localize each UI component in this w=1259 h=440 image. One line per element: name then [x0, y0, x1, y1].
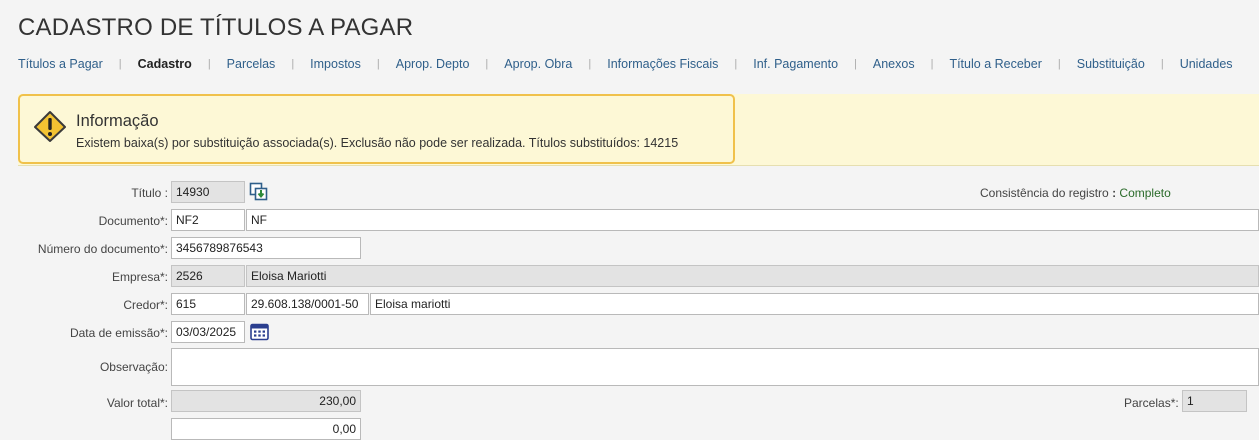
valor-total-label: Valor total*:	[106, 396, 168, 410]
data-emissao-input[interactable]: 03/03/2025	[171, 321, 245, 343]
credor-name-input[interactable]: Eloisa mariotti	[370, 293, 1259, 315]
consistency-label: Consistência do registro	[980, 186, 1109, 200]
tab-separator: |	[854, 58, 857, 70]
titulo-field: 14930	[171, 181, 245, 203]
documento-label: Documento*:	[98, 214, 168, 228]
data-emissao-label: Data de emissão*:	[69, 326, 168, 340]
credor-label: Credor*:	[123, 298, 168, 312]
tab-informacoes-fiscais[interactable]: Informações Fiscais	[607, 57, 718, 71]
empresa-name-field: Eloisa Mariotti	[246, 265, 1259, 287]
info-box: Informação Existem baixa(s) por substitu…	[18, 94, 735, 164]
next-value-input[interactable]: 0,00	[171, 418, 361, 440]
documento-name-input[interactable]: NF	[246, 209, 1259, 231]
tab-separator: |	[588, 58, 592, 70]
page-title: CADASTRO DE TÍTULOS A PAGAR	[18, 14, 414, 41]
tab-parcelas[interactable]: Parcelas	[227, 57, 276, 71]
observacao-textarea[interactable]	[171, 348, 1259, 386]
tab-separator: |	[1160, 58, 1164, 70]
tab-anexos[interactable]: Anexos	[873, 57, 915, 71]
tab-impostos[interactable]: Impostos	[310, 57, 361, 71]
valor-total-field: 230,00	[171, 390, 361, 412]
documento-code-input[interactable]: NF2	[171, 209, 245, 231]
info-title: Informação	[76, 112, 159, 130]
calendar-icon[interactable]	[250, 322, 269, 341]
tab-titulo-a-receber[interactable]: Título a Receber	[949, 57, 1041, 71]
tab-separator: |	[734, 58, 738, 70]
record-consistency: Consistência do registro : Completo	[980, 186, 1171, 200]
info-message: Existem baixa(s) por substituição associ…	[76, 136, 679, 150]
tab-substituicao[interactable]: Substituição	[1077, 57, 1145, 71]
tab-aprop-obra[interactable]: Aprop. Obra	[504, 57, 572, 71]
titulo-label: Título :	[131, 186, 168, 200]
tab-cadastro[interactable]: Cadastro	[138, 57, 192, 71]
parcelas-label: Parcelas*:	[1124, 396, 1179, 410]
observacao-label: Observação:	[99, 360, 168, 374]
parcelas-field: 1	[1182, 390, 1247, 412]
tab-separator: |	[376, 58, 380, 70]
tab-aprop-depto[interactable]: Aprop. Depto	[396, 57, 470, 71]
tab-unidades[interactable]: Unidades	[1180, 57, 1233, 71]
warning-icon	[34, 111, 66, 142]
empresa-label: Empresa*:	[111, 270, 168, 284]
tab-separator: |	[485, 58, 489, 70]
numero-documento-input[interactable]: 3456789876543	[171, 237, 361, 259]
tab-separator: |	[291, 58, 295, 70]
tab-titulos-a-pagar[interactable]: Títulos a Pagar	[18, 57, 103, 71]
consistency-value: Completo	[1119, 186, 1171, 200]
numero-documento-label: Número do documento*:	[37, 242, 168, 256]
consistency-separator: :	[1112, 186, 1117, 200]
empresa-code-field: 2526	[171, 265, 245, 287]
credor-code-input[interactable]: 615	[171, 293, 245, 315]
tab-separator: |	[207, 58, 211, 70]
tab-separator: |	[1057, 58, 1061, 70]
copy-title-icon[interactable]	[249, 182, 269, 202]
tab-bar: Títulos a Pagar | Cadastro | Parcelas | Impost…	[18, 57, 1233, 71]
tab-separator: |	[118, 58, 122, 70]
tab-inf-pagamento[interactable]: Inf. Pagamento	[753, 57, 838, 71]
tab-separator: |	[930, 58, 934, 70]
credor-cnpj-input[interactable]: 29.608.138/0001-50	[246, 293, 369, 315]
